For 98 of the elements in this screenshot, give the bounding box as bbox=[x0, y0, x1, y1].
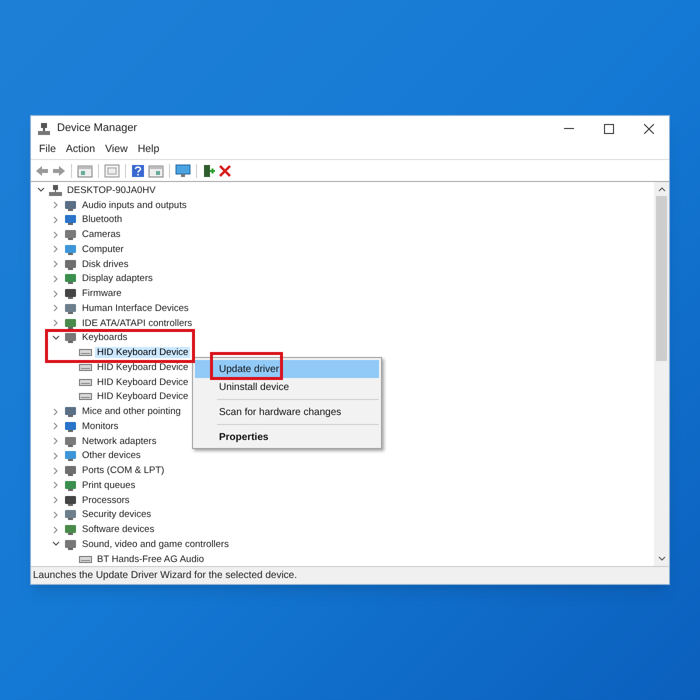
expand-chevron-icon[interactable] bbox=[53, 230, 59, 239]
device-icon bbox=[64, 318, 77, 329]
app-icon bbox=[37, 122, 51, 136]
context-menu-item[interactable]: Uninstall device bbox=[195, 378, 379, 396]
device-icon bbox=[64, 465, 77, 476]
tree-item[interactable]: Network adapters bbox=[80, 436, 158, 447]
status-text: Launches the Update Driver Wizard for the selected device. bbox=[33, 569, 298, 583]
device-icon bbox=[64, 480, 77, 491]
computer-icon bbox=[49, 184, 62, 196]
tree-item[interactable]: HID Keyboard Device bbox=[95, 362, 190, 373]
expand-chevron-icon[interactable] bbox=[53, 510, 59, 519]
forward-arrow-icon[interactable] bbox=[52, 164, 66, 176]
device-icon bbox=[64, 538, 77, 550]
monitor-icon[interactable] bbox=[175, 164, 191, 178]
tree-item[interactable]: Human Interface Devices bbox=[80, 302, 191, 314]
expand-chevron-icon[interactable] bbox=[53, 408, 59, 416]
keyboard-icon bbox=[79, 391, 92, 402]
keyboard-icon bbox=[79, 362, 92, 373]
minimize-icon bbox=[564, 128, 574, 129]
device-icon bbox=[64, 200, 77, 211]
tree-item[interactable]: HID Keyboard Device bbox=[95, 347, 190, 358]
tree-item[interactable]: Keyboards bbox=[80, 332, 130, 344]
delete-icon[interactable] bbox=[219, 164, 231, 176]
expand-chevron-icon[interactable] bbox=[53, 245, 59, 254]
device-icon bbox=[64, 244, 77, 255]
tree-item[interactable]: BT Hands-Free AG Audio bbox=[95, 554, 206, 565]
tree-item[interactable]: HID Keyboard Device bbox=[95, 376, 190, 388]
tree-item[interactable]: Display adapters bbox=[80, 273, 155, 284]
expand-chevron-icon[interactable] bbox=[53, 466, 59, 475]
device-icon bbox=[64, 420, 77, 432]
context-menu-item[interactable]: Properties bbox=[195, 428, 379, 446]
device-icon bbox=[64, 332, 77, 344]
add-driver-icon[interactable] bbox=[202, 164, 216, 178]
expand-chevron-icon[interactable] bbox=[53, 526, 59, 534]
tree-item[interactable]: HID Keyboard Device bbox=[95, 391, 190, 402]
tree-item[interactable]: Security devices bbox=[80, 509, 154, 520]
close-icon bbox=[644, 124, 654, 134]
keyboard-icon bbox=[79, 554, 92, 565]
tree-item[interactable]: Disk drives bbox=[80, 258, 130, 270]
menu-item[interactable]: View bbox=[101, 142, 132, 158]
expand-chevron-icon[interactable] bbox=[53, 201, 59, 210]
menu-item[interactable]: Help bbox=[134, 142, 164, 158]
expand-chevron-icon[interactable] bbox=[53, 422, 59, 430]
tree-item[interactable]: Firmware bbox=[80, 288, 124, 300]
expand-chevron-icon[interactable] bbox=[53, 481, 59, 490]
expand-chevron-icon[interactable] bbox=[53, 260, 59, 268]
tree-item[interactable]: Software devices bbox=[80, 524, 156, 536]
tree-item[interactable]: Processors bbox=[80, 494, 132, 506]
tree-item[interactable]: Cameras bbox=[80, 229, 123, 240]
device-icon bbox=[64, 302, 77, 314]
collapse-chevron-icon[interactable] bbox=[37, 187, 45, 194]
tree-item[interactable]: Audio inputs and outputs bbox=[80, 200, 189, 211]
expand-chevron-icon[interactable] bbox=[53, 290, 59, 298]
expand-chevron-icon[interactable] bbox=[53, 304, 59, 312]
device-icon bbox=[64, 436, 77, 447]
tree-item[interactable]: Sound, video and game controllers bbox=[80, 538, 231, 550]
device-icon bbox=[64, 509, 77, 520]
device-icon bbox=[64, 288, 77, 300]
tree-item[interactable]: Bluetooth bbox=[80, 214, 124, 226]
window-title: Device Manager bbox=[57, 121, 138, 136]
device-icon bbox=[64, 258, 77, 270]
scrollbar[interactable] bbox=[654, 182, 669, 566]
help-icon[interactable] bbox=[131, 164, 145, 178]
view-window-icon[interactable] bbox=[148, 164, 164, 178]
tree-item[interactable]: Mice and other pointing bbox=[80, 406, 183, 418]
tree-item[interactable]: IDE ATA/ATAPI controllers bbox=[80, 318, 194, 329]
maximize-icon bbox=[604, 124, 614, 134]
tree-item[interactable]: Print queues bbox=[80, 480, 138, 491]
tree-item[interactable]: DESKTOP-90JA0HV bbox=[65, 184, 158, 196]
menu-item[interactable]: File bbox=[35, 142, 60, 158]
device-icon bbox=[64, 494, 77, 506]
keyboard-icon bbox=[79, 347, 92, 358]
device-icon bbox=[64, 214, 77, 226]
tree-item[interactable]: Computer bbox=[80, 244, 126, 255]
device-icon bbox=[64, 450, 77, 462]
back-arrow-icon[interactable] bbox=[35, 164, 49, 176]
expand-chevron-icon[interactable] bbox=[53, 319, 59, 328]
expand-chevron-icon[interactable] bbox=[53, 437, 59, 446]
tree-item[interactable]: Other devices bbox=[80, 450, 143, 462]
expand-chevron-icon[interactable] bbox=[53, 496, 59, 504]
properties-window-icon[interactable] bbox=[77, 164, 93, 178]
context-menu-item[interactable]: Scan for hardware changes bbox=[195, 403, 379, 421]
menu-item[interactable]: Action bbox=[62, 142, 100, 158]
tree-item[interactable]: Ports (COM & LPT) bbox=[80, 465, 166, 476]
scrollbar-thumb[interactable] bbox=[656, 196, 667, 361]
collapse-chevron-icon[interactable] bbox=[52, 334, 60, 341]
expand-chevron-icon[interactable] bbox=[53, 216, 59, 224]
tree-item[interactable]: Monitors bbox=[80, 420, 120, 432]
collapse-chevron-icon[interactable] bbox=[52, 541, 60, 548]
device-icon bbox=[64, 229, 77, 240]
context-menu-item[interactable]: Update driver bbox=[195, 360, 379, 378]
keyboard-icon bbox=[79, 376, 92, 388]
device-icon bbox=[64, 524, 77, 536]
expand-chevron-icon[interactable] bbox=[53, 452, 59, 460]
window-icon[interactable] bbox=[104, 164, 120, 178]
expand-chevron-icon[interactable] bbox=[53, 274, 59, 283]
device-icon bbox=[64, 273, 77, 284]
device-icon bbox=[64, 406, 77, 418]
